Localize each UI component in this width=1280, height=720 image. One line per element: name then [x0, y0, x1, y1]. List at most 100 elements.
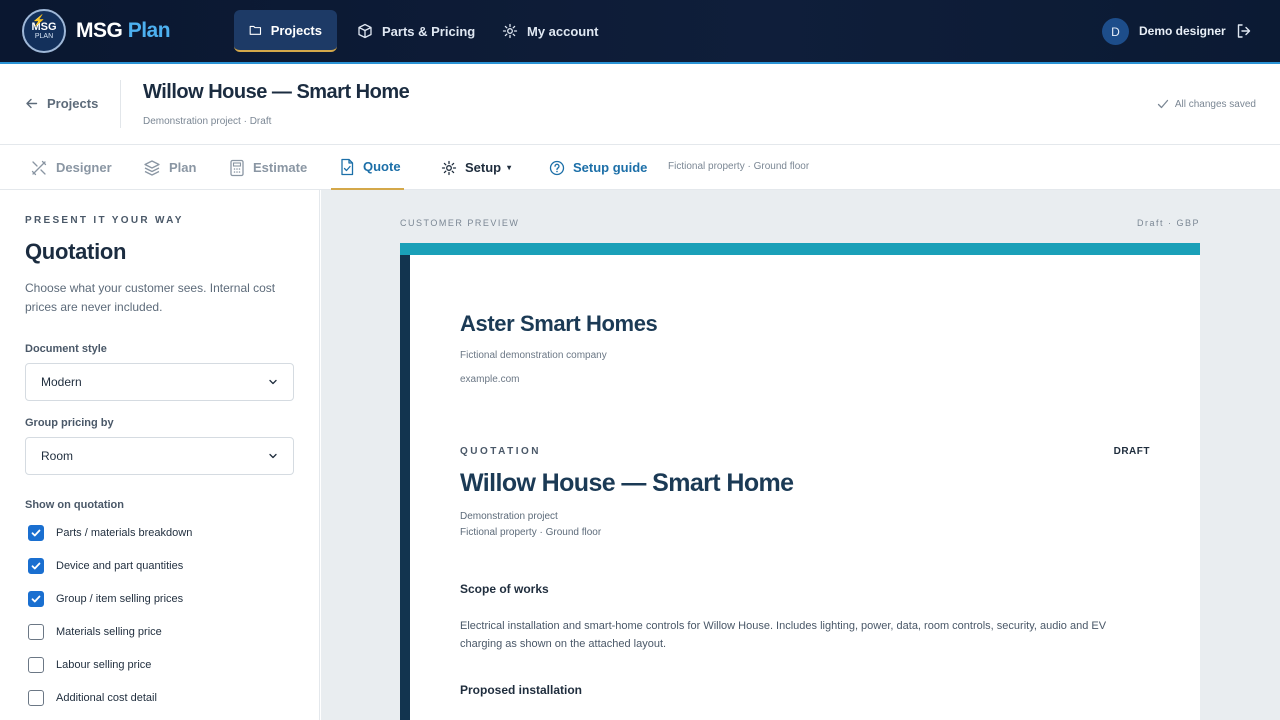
- check-icon: [31, 529, 41, 537]
- document-subtitle: Demonstration project: [460, 511, 558, 522]
- logout-button[interactable]: [1235, 22, 1253, 45]
- project-tabs: Designer Plan Estimate Quote Setup ▾ Set…: [0, 144, 1280, 190]
- checkbox-unchecked[interactable]: [28, 624, 44, 640]
- check-icon: [31, 595, 41, 603]
- company-name: Aster Smart Homes: [460, 311, 658, 336]
- option-parts-breakdown[interactable]: Parts / materials breakdown: [28, 525, 192, 541]
- help-circle-icon: [549, 160, 565, 175]
- document-style-select[interactable]: Modern: [25, 363, 294, 401]
- caret-down-icon: ▾: [507, 163, 512, 172]
- preview-meta: Draft · GBP: [1136, 218, 1200, 228]
- company-website: example.com: [460, 374, 520, 385]
- tab-setup-dropdown[interactable]: Setup ▾: [441, 145, 511, 190]
- option-selling-prices[interactable]: Group / item selling prices: [28, 591, 183, 607]
- document-status: DRAFT: [1113, 446, 1150, 457]
- checkbox-checked[interactable]: [28, 591, 44, 607]
- panel-eyebrow: PRESENT IT YOUR WAY: [25, 215, 184, 226]
- group-pricing-value: Room: [41, 449, 74, 463]
- check-icon: [1157, 99, 1168, 109]
- tab-designer-label: Designer: [56, 160, 112, 175]
- chevron-down-icon: [269, 453, 277, 459]
- proposed-installation-heading: Proposed installation: [460, 683, 583, 697]
- checkbox-unchecked[interactable]: [28, 690, 44, 706]
- lightning-bolt-icon: ⚡: [32, 15, 46, 27]
- checkbox-checked[interactable]: [28, 525, 44, 541]
- top-navigation-bar: ⚡ MSG PLAN MSG Plan Projects Parts & Pri…: [0, 0, 1280, 62]
- designer-icon: [31, 160, 47, 175]
- brand-logo[interactable]: ⚡ MSG PLAN: [22, 9, 66, 53]
- document-top-band: [400, 243, 1200, 255]
- option-label: Materials selling price: [56, 626, 162, 638]
- nav-tab-projects-label: Projects: [270, 22, 322, 38]
- user-avatar[interactable]: D: [1102, 18, 1129, 45]
- group-pricing-select[interactable]: Room: [25, 437, 294, 475]
- tab-setup-label: Setup: [465, 160, 502, 175]
- option-additional-cost[interactable]: Additional cost detail: [28, 690, 157, 706]
- tab-setup-guide-label: Setup guide: [573, 160, 648, 175]
- document-corner: [400, 243, 410, 255]
- nav-tab-my-account[interactable]: My account: [487, 10, 614, 52]
- nav-tab-my-account-label: My account: [527, 23, 599, 39]
- back-to-projects-link[interactable]: Projects: [25, 96, 98, 111]
- option-label: Device and part quantities: [56, 560, 184, 572]
- option-labour-price[interactable]: Labour selling price: [28, 657, 151, 673]
- brand-name-plan: Plan: [127, 19, 171, 42]
- document-property: Fictional property · Ground floor: [460, 527, 602, 538]
- user-name[interactable]: Demo designer: [1139, 24, 1226, 38]
- save-status: All changes saved: [1157, 98, 1256, 110]
- arrow-left-icon: [26, 98, 38, 109]
- page-subtitle: Demonstration project · Draft: [143, 116, 272, 127]
- company-tagline: Fictional demonstration company: [460, 350, 607, 361]
- document-check-icon: [341, 158, 354, 175]
- scope-body: Electrical installation and smart-home c…: [460, 620, 1107, 650]
- nav-tab-parts-pricing-label: Parts & Pricing: [382, 23, 476, 39]
- document-style-label: Document style: [25, 343, 107, 355]
- tab-setup-guide[interactable]: Setup guide: [549, 145, 647, 190]
- option-label: Additional cost detail: [56, 692, 157, 704]
- chevron-down-icon: [269, 379, 277, 385]
- document-side-band: [400, 243, 410, 720]
- brand-name-msg: MSG: [76, 19, 123, 42]
- save-status-label: All changes saved: [1174, 98, 1256, 110]
- document-type-label: QUOTATION: [460, 446, 542, 457]
- check-icon: [31, 562, 41, 570]
- tab-estimate-label: Estimate: [253, 160, 308, 175]
- logout-icon: [1237, 24, 1251, 38]
- checkbox-unchecked[interactable]: [28, 657, 44, 673]
- panel-description: Choose what your customer sees. Internal…: [25, 281, 276, 314]
- tab-plan-label: Plan: [169, 160, 197, 175]
- show-on-quotation-label: Show on quotation: [25, 499, 124, 511]
- tab-estimate[interactable]: Estimate: [229, 145, 307, 190]
- nav-tab-projects[interactable]: Projects: [234, 10, 337, 52]
- document-title: Willow House — Smart Home: [460, 469, 794, 497]
- quotation-options-panel: PRESENT IT YOUR WAY Quotation Choose wha…: [0, 190, 320, 720]
- option-label: Labour selling price: [56, 659, 152, 671]
- quotation-document: Aster Smart Homes Fictional demonstratio…: [400, 243, 1200, 720]
- layers-icon: [144, 159, 160, 176]
- header-divider: [120, 80, 121, 128]
- option-label: Parts / materials breakdown: [56, 527, 193, 539]
- preview-label: CUSTOMER PREVIEW: [400, 218, 520, 228]
- group-pricing-label: Group pricing by: [25, 417, 114, 429]
- document-style-value: Modern: [41, 375, 82, 389]
- logo-text-plan: PLAN: [34, 32, 54, 40]
- nav-tab-parts-pricing[interactable]: Parts & Pricing: [342, 10, 490, 52]
- checkbox-checked[interactable]: [28, 558, 44, 574]
- brand-name[interactable]: MSG Plan: [76, 19, 171, 43]
- tab-plan[interactable]: Plan: [143, 145, 196, 190]
- scope-heading: Scope of works: [460, 582, 549, 596]
- option-label: Group / item selling prices: [56, 593, 184, 605]
- tab-designer[interactable]: Designer: [30, 145, 112, 190]
- nav-accent-line: [0, 62, 1280, 64]
- option-quantities[interactable]: Device and part quantities: [28, 558, 183, 574]
- gear-icon: [441, 160, 457, 175]
- box-icon: [358, 23, 372, 39]
- folder-icon: [249, 25, 262, 35]
- page-title: Willow House — Smart Home: [143, 81, 410, 103]
- tab-quote-label: Quote: [363, 159, 401, 174]
- gear-icon: [502, 23, 518, 39]
- back-link-label: Projects: [47, 96, 99, 111]
- option-materials-price[interactable]: Materials selling price: [28, 624, 162, 640]
- tab-quote[interactable]: Quote: [331, 145, 404, 190]
- property-context: Fictional property · Ground floor: [668, 161, 810, 172]
